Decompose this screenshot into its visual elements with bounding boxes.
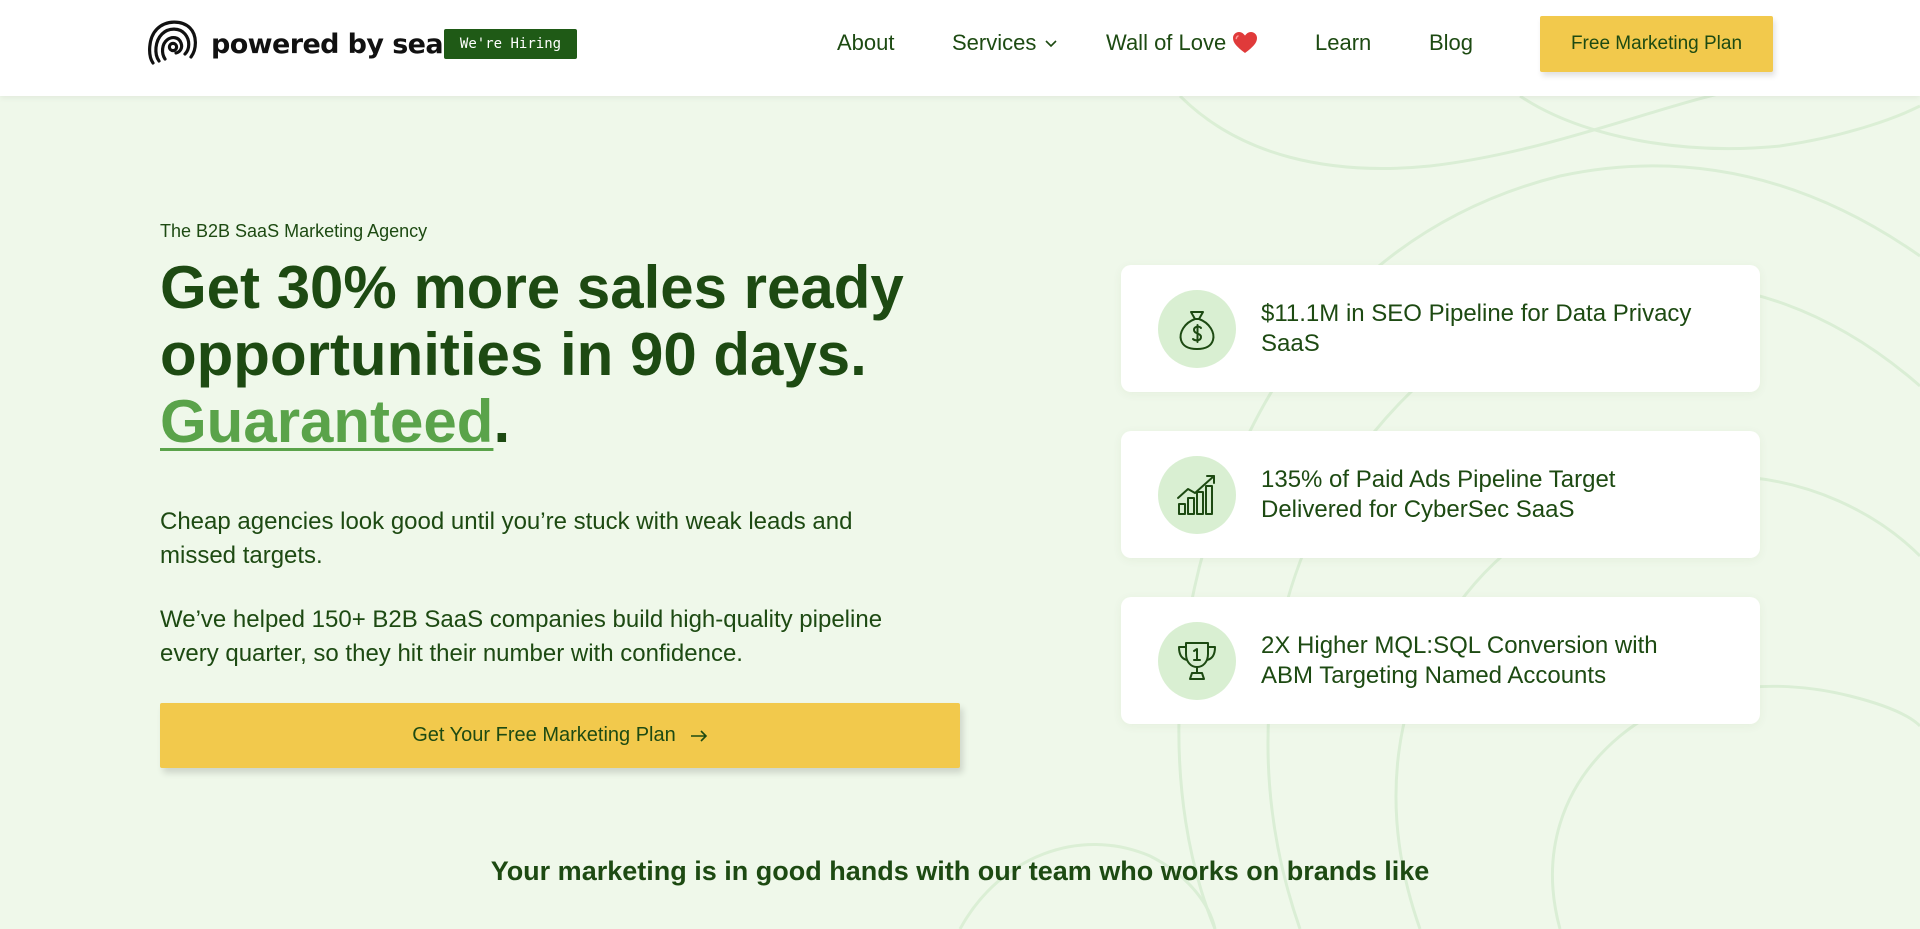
nav-about-label: About <box>837 30 895 55</box>
logo-link[interactable]: powered by search <box>147 19 490 69</box>
stat-icon-circle <box>1158 621 1236 700</box>
nav-services-label: Services <box>952 30 1037 55</box>
headline-period: . <box>493 388 511 455</box>
headline-main: Get 30% more sales ready opportunities i… <box>160 254 904 388</box>
get-free-marketing-plan-label: Get Your Free Marketing Plan <box>412 724 676 746</box>
nav-wall-of-love-label: Wall of Love <box>1106 30 1227 55</box>
stat-icon-circle <box>1158 289 1236 368</box>
hero-paragraph-2: We’ve helped 150+ B2B SaaS companies bui… <box>160 606 883 667</box>
stat-card-seo: $11.1M in SEO Pipeline for Data Privacy … <box>1121 265 1760 392</box>
growth-chart-icon <box>1177 474 1215 515</box>
heart-icon <box>1233 32 1258 53</box>
stat-text-abm: 2X Higher MQL:SQL Conversion with ABM Ta… <box>1261 631 1658 689</box>
trophy-icon <box>1178 641 1216 680</box>
chevron-down-icon <box>1045 40 1057 48</box>
stat-text-paid-ads: 135% of Paid Ads Pipeline Target Deliver… <box>1261 465 1616 523</box>
headline-guaranteed: Guaranteed <box>160 388 494 455</box>
stat-card-paid-ads: 135% of Paid Ads Pipeline Target Deliver… <box>1121 431 1760 558</box>
powered-by-search-logo-icon <box>148 20 197 65</box>
free-marketing-plan-label: Free Marketing Plan <box>1570 33 1743 54</box>
brands-heading: Your marketing is in good hands with our… <box>490 856 1430 886</box>
nav-services[interactable]: Services <box>952 30 1058 56</box>
get-free-marketing-plan-button[interactable]: Get Your Free Marketing Plan <box>160 703 960 768</box>
hero-paragraph-1: Cheap agencies look good until you’re st… <box>160 508 853 569</box>
nav-learn[interactable]: Learn <box>1315 30 1371 56</box>
stat-text-seo: $11.1M in SEO Pipeline for Data Privacy … <box>1261 299 1692 357</box>
arrow-right-icon <box>690 729 707 742</box>
hero-eyebrow: The B2B SaaS Marketing Agency <box>160 221 428 241</box>
nav-learn-label: Learn <box>1315 30 1372 55</box>
nav-about[interactable]: About <box>837 30 895 56</box>
site-header: powered by search We're Hiring About Ser… <box>0 0 1920 96</box>
stat-icon-circle <box>1158 455 1236 534</box>
stat-card-abm: 2X Higher MQL:SQL Conversion with ABM Ta… <box>1121 597 1760 724</box>
nav-blog-label: Blog <box>1429 30 1474 55</box>
free-marketing-plan-button[interactable]: Free Marketing Plan <box>1540 16 1773 72</box>
hiring-badge[interactable]: We're Hiring <box>444 29 577 59</box>
hero-headline: Get 30% more sales ready opportunities i… <box>160 254 980 455</box>
money-bag-icon <box>1179 310 1215 350</box>
nav-blog[interactable]: Blog <box>1429 30 1473 56</box>
nav-wall-of-love[interactable]: Wall of Love <box>1106 30 1258 56</box>
